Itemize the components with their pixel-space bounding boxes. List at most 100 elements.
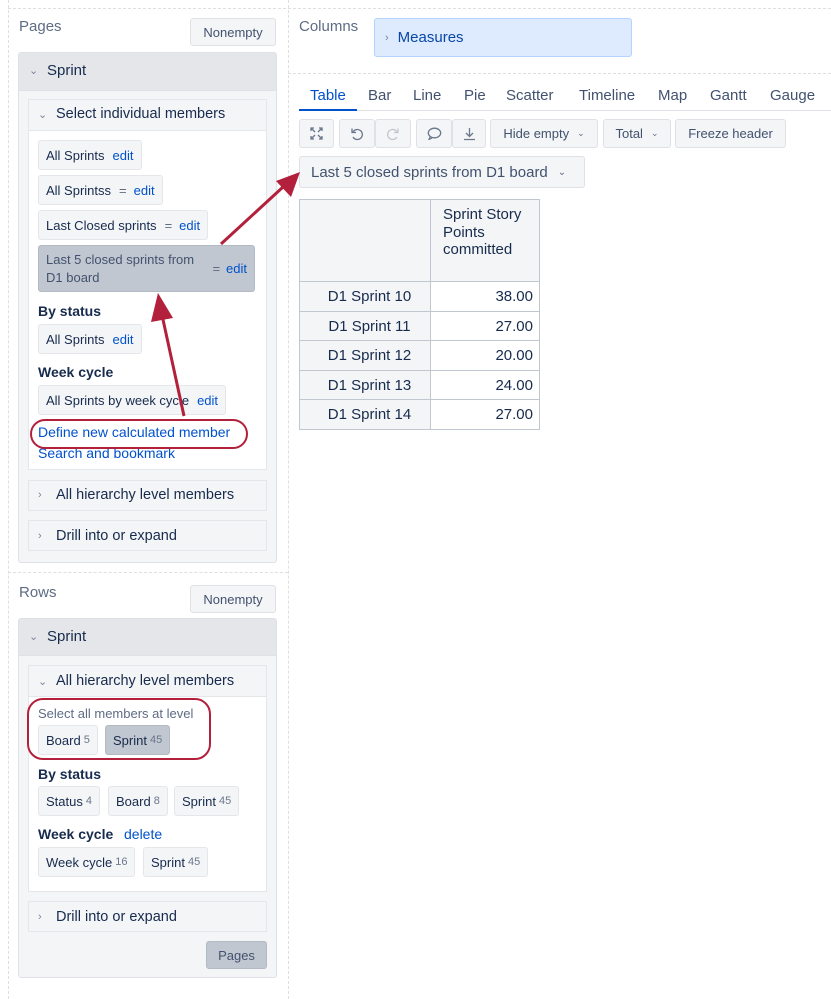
all-hierarchy-label: All hierarchy level members bbox=[56, 487, 235, 503]
member-label: All Sprints by week cycle bbox=[46, 392, 190, 408]
chevron-down-icon: ⌄ bbox=[577, 128, 585, 138]
row-header-cell[interactable]: D1 Sprint 12 bbox=[299, 340, 431, 371]
rows-by-status-heading: By status bbox=[38, 766, 102, 782]
status-level-chip-sprint[interactable]: Sprint 45 bbox=[174, 786, 240, 816]
value-cell: 27.00 bbox=[430, 399, 540, 430]
edit-link[interactable]: edit bbox=[113, 148, 134, 163]
member-chip-last-5-closed-sprints[interactable]: Last 5 closed sprints from D1 board = ed… bbox=[38, 245, 255, 292]
edit-link[interactable]: edit bbox=[113, 332, 134, 347]
row-header-cell[interactable]: D1 Sprint 10 bbox=[299, 281, 431, 312]
layout-divider bbox=[8, 8, 831, 9]
rows-hierarchy-header[interactable]: ⌄ All hierarchy level members bbox=[38, 673, 234, 689]
chevron-down-icon: ⌄ bbox=[29, 65, 39, 77]
pages-section-title: Pages bbox=[19, 18, 62, 35]
fullscreen-icon[interactable] bbox=[299, 119, 334, 148]
level-count: 8 bbox=[153, 795, 160, 807]
redo-icon[interactable] bbox=[375, 119, 411, 148]
tab-scatter[interactable]: Scatter bbox=[506, 87, 554, 104]
rows-nonempty-button[interactable]: Nonempty bbox=[190, 585, 276, 613]
select-individual-header[interactable]: ⌄ Select individual members bbox=[38, 106, 225, 122]
level-label: Sprint bbox=[182, 793, 216, 809]
table-row: D1 Sprint 10 38.00 bbox=[299, 281, 540, 312]
rows-hierarchy-label: All hierarchy level members bbox=[56, 673, 235, 689]
chevron-right-icon: › bbox=[385, 31, 389, 44]
value-cell: 24.00 bbox=[430, 370, 540, 400]
measure-header-cell[interactable]: Sprint Story Points committed bbox=[430, 199, 540, 282]
edit-link[interactable]: edit bbox=[179, 218, 200, 233]
undo-icon[interactable] bbox=[339, 119, 375, 148]
tab-bar[interactable]: Bar bbox=[368, 87, 391, 104]
member-label: Last 5 closed sprints from D1 board bbox=[46, 251, 195, 285]
week-cycle-heading: Week cycle bbox=[38, 364, 114, 380]
page-filter-label: Last 5 closed sprints from D1 board bbox=[311, 163, 548, 181]
download-icon[interactable] bbox=[452, 119, 486, 148]
total-label: Total bbox=[615, 126, 643, 141]
member-chip-last-closed-sprints[interactable]: Last Closed sprints = edit bbox=[38, 210, 209, 240]
chevron-down-icon: ⌄ bbox=[38, 108, 48, 121]
results-table: Sprint Story Points committed D1 Sprint … bbox=[299, 199, 540, 430]
drill-label: Drill into or expand bbox=[56, 528, 177, 544]
row-header-cell[interactable]: D1 Sprint 11 bbox=[299, 311, 431, 341]
week-cycle-member-chip[interactable]: All Sprints by week cycle edit bbox=[38, 385, 227, 415]
member-label: All Sprints bbox=[46, 331, 105, 347]
status-level-chip-status[interactable]: Status 4 bbox=[38, 786, 100, 816]
edit-link[interactable]: edit bbox=[197, 393, 218, 408]
annotation-highlight bbox=[27, 698, 211, 760]
level-count: 45 bbox=[187, 856, 201, 868]
tab-map[interactable]: Map bbox=[658, 87, 687, 104]
move-to-pages-button[interactable]: Pages bbox=[206, 941, 267, 969]
edit-link[interactable]: edit bbox=[226, 261, 247, 276]
value-cell: 20.00 bbox=[430, 340, 540, 371]
chevron-down-icon: ⌄ bbox=[38, 675, 48, 688]
calculated-marker: = bbox=[119, 182, 127, 198]
freeze-header-button[interactable]: Freeze header bbox=[675, 119, 786, 148]
member-label: All Sprintss bbox=[46, 182, 112, 198]
rows-section-title: Rows bbox=[19, 584, 57, 601]
layout-divider bbox=[8, 0, 9, 999]
measures-label: Measures bbox=[397, 29, 464, 46]
chevron-right-icon: › bbox=[38, 530, 42, 542]
tab-pie[interactable]: Pie bbox=[464, 87, 486, 104]
chevron-right-icon: › bbox=[38, 911, 42, 923]
layout-divider bbox=[288, 0, 289, 999]
hide-empty-dropdown[interactable]: Hide empty ⌄ bbox=[490, 119, 598, 148]
measures-dimension[interactable]: › Measures bbox=[374, 18, 632, 57]
table-corner-cell bbox=[299, 199, 431, 282]
tab-line[interactable]: Line bbox=[413, 87, 441, 104]
value-cell: 38.00 bbox=[430, 281, 540, 312]
level-label: Week cycle bbox=[46, 854, 113, 870]
row-header-cell[interactable]: D1 Sprint 13 bbox=[299, 370, 431, 400]
table-row: D1 Sprint 14 27.00 bbox=[299, 399, 540, 430]
status-level-chip-board[interactable]: Board 8 bbox=[108, 786, 168, 816]
calculated-marker: = bbox=[164, 217, 173, 233]
table-header-row: Sprint Story Points committed bbox=[299, 199, 540, 282]
member-chip-all-sprints[interactable]: All Sprints edit bbox=[38, 140, 142, 170]
row-header-cell[interactable]: D1 Sprint 14 bbox=[299, 399, 431, 430]
tab-gantt[interactable]: Gantt bbox=[710, 87, 747, 104]
tab-gauge[interactable]: Gauge bbox=[770, 87, 815, 104]
all-hierarchy-header[interactable]: › All hierarchy level members bbox=[38, 487, 234, 503]
drill-header[interactable]: › Drill into or expand bbox=[38, 528, 177, 544]
total-dropdown[interactable]: Total ⌄ bbox=[603, 119, 671, 148]
comment-icon[interactable] bbox=[416, 119, 452, 148]
member-label: Last Closed sprints bbox=[46, 217, 157, 233]
active-tab-indicator bbox=[299, 109, 357, 111]
rows-drill-header[interactable]: › Drill into or expand bbox=[38, 909, 177, 925]
week-level-chip-week-cycle[interactable]: Week cycle 16 bbox=[38, 847, 136, 877]
annotation-highlight bbox=[30, 419, 248, 449]
layout-divider bbox=[288, 73, 831, 74]
level-label: Board bbox=[116, 793, 151, 809]
week-level-chip-sprint[interactable]: Sprint 45 bbox=[143, 847, 209, 877]
delete-link[interactable]: delete bbox=[124, 826, 162, 842]
level-count: 4 bbox=[85, 795, 92, 807]
pages-dimension-label: Sprint bbox=[47, 62, 87, 79]
edit-link[interactable]: edit bbox=[134, 183, 155, 198]
rows-dimension-header[interactable]: ⌄ Sprint bbox=[29, 628, 86, 645]
tab-timeline[interactable]: Timeline bbox=[579, 87, 635, 104]
tab-table[interactable]: Table bbox=[310, 87, 346, 104]
member-chip-all-sprintss[interactable]: All Sprintss = edit bbox=[38, 175, 163, 205]
pages-dimension-header[interactable]: ⌄ Sprint bbox=[29, 62, 86, 79]
pages-nonempty-button[interactable]: Nonempty bbox=[190, 18, 276, 46]
page-filter-dropdown[interactable]: Last 5 closed sprints from D1 board ⌄ bbox=[299, 156, 585, 188]
status-member-chip[interactable]: All Sprints edit bbox=[38, 324, 142, 354]
